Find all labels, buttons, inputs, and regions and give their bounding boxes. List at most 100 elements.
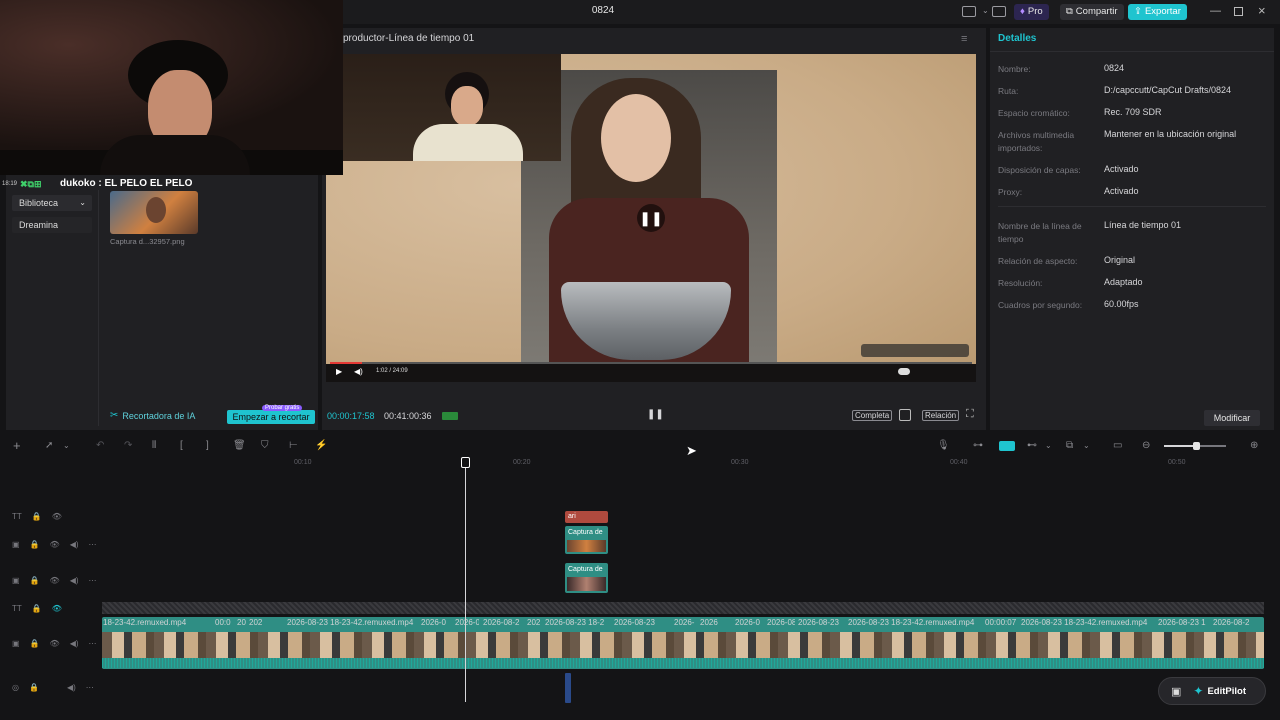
more-icon[interactable]: ⋯ [89,576,97,585]
nav-biblioteca[interactable]: Biblioteca ⌄ [12,195,92,211]
timecode-total: 00:41:00:36 [384,411,432,421]
embedded-progress[interactable] [330,362,972,364]
screenshot-icon[interactable] [899,409,911,421]
grid-icon[interactable] [442,412,458,420]
embedded-volume-icon[interactable]: ◀) [354,367,363,376]
add-track-icon[interactable]: + [13,439,21,453]
playhead-handle[interactable] [461,457,470,468]
detail-label: Proxy: [998,187,1023,197]
pause-overlay[interactable]: ❚❚ [637,204,665,232]
detail-label: Disposición de capas: [998,165,1081,175]
eye-icon[interactable]: 👁 [52,604,62,613]
chevron-down-icon[interactable]: ⌄ [63,439,70,453]
microphone-icon[interactable]: 🎙 [937,439,950,453]
embedded-play-icon[interactable]: ▶ [336,367,342,376]
pro-button[interactable]: ♦ Pro [1014,4,1049,20]
zoom-slider[interactable] [1164,442,1226,450]
magic-icon[interactable]: ⚡ [315,439,327,453]
ruler [100,456,1270,470]
close-icon[interactable]: × [1258,3,1266,18]
clip-label: 202 [527,618,541,627]
link-icon[interactable]: ⊶ [973,439,983,453]
embedded-toggle[interactable] [898,368,910,375]
fullscreen-icon[interactable]: ⛶ [966,408,974,421]
zoom-in-icon[interactable]: ⊕ [1250,439,1258,453]
details-divider [998,206,1266,207]
image-clip[interactable]: Captura de [565,526,608,554]
person-face [601,94,671,182]
snap-icon[interactable]: ⊷ [1027,439,1037,453]
chevron-down-icon[interactable]: ⌄ [1045,439,1052,453]
free-trial-badge: Probar gratis [262,405,303,411]
volume-icon[interactable]: ◀) [70,540,79,549]
audio-clip-marker[interactable] [565,673,571,703]
ratio-button[interactable]: Relación [922,410,960,421]
magnet-icon[interactable] [999,441,1015,451]
trim-left-icon[interactable]: [ [180,439,183,453]
eye-icon[interactable]: 👁 [50,639,60,648]
embedded-time: 1:02 / 24:09 [376,368,408,374]
select-tool-icon[interactable]: ➚ [45,439,53,453]
shortcuts-icon[interactable] [992,6,1006,17]
volume-icon[interactable]: ◀) [67,683,76,692]
text-clip[interactable]: ari [565,511,608,523]
lock-icon[interactable]: 🔒 [30,639,40,648]
eye-icon[interactable]: 👁 [50,540,60,549]
chevron-down-icon[interactable]: ⌄ [982,6,989,15]
minimize-icon[interactable]: — [1210,5,1221,17]
zoom-slider-handle[interactable] [1193,442,1200,450]
undo-icon[interactable]: ↶ [96,439,104,453]
video-track-icon: ▣ [12,576,20,585]
pause-button[interactable]: ❚❚ [647,409,664,420]
chevron-down-icon[interactable]: ⌄ [1083,439,1090,453]
guest-webcam [343,54,561,161]
more-icon[interactable]: ⋯ [86,683,94,692]
clip-label: 2026 [700,618,718,627]
clip-label: 202 [249,618,263,627]
reaction-strip[interactable] [861,344,969,357]
clip-label: 2026-08-2 [483,618,520,627]
volume-icon[interactable]: ◀) [70,576,79,585]
lock-icon[interactable]: 🔒 [32,512,42,521]
preview-icon[interactable]: ⧉ [1066,439,1073,453]
track-header-text: TT 🔒 👁 [12,512,96,521]
share-button[interactable]: ⧉ Compartir [1060,4,1124,20]
maximize-icon[interactable] [1234,7,1243,16]
nav-dreamina[interactable]: Dreamina [12,217,92,233]
layout-icon[interactable] [962,6,976,17]
more-icon[interactable]: ⋯ [89,639,97,648]
hatched-track [102,602,1264,614]
lock-icon[interactable]: 🔒 [32,604,42,613]
shield-icon[interactable]: ⛉ [261,439,269,453]
detail-value: Mantener en la ubicación original [1104,129,1237,139]
tablet-icon[interactable]: ▣ [1171,685,1181,698]
lock-icon[interactable]: 🔒 [29,683,39,692]
mouse-cursor-icon: ➤ [686,443,697,458]
image-clip[interactable]: Captura de [565,563,608,593]
more-icon[interactable]: ⋯ [89,540,97,549]
clip-label: 2026-08 [767,618,795,627]
eye-icon[interactable]: 👁 [52,512,62,521]
modify-button[interactable]: Modificar [1204,410,1260,426]
detail-value: D:/capccutt/CapCut Drafts/0824 [1104,85,1232,95]
caption-icon[interactable]: ▭ [1113,439,1122,453]
eye-icon[interactable]: 👁 [50,576,60,585]
upload-icon: ⇪ [1134,6,1142,17]
menu-icon[interactable]: ≡ [961,33,967,45]
zoom-out-icon[interactable]: ⊖ [1142,439,1150,453]
export-button[interactable]: ⇪ Exportar [1128,4,1187,20]
lock-icon[interactable]: 🔒 [30,540,40,549]
lock-icon[interactable]: 🔒 [30,576,40,585]
details-tab[interactable]: Detalles [998,33,1036,44]
start-crop-button[interactable]: Empezar a recortar [227,410,315,424]
full-quality-button[interactable]: Completa [852,410,893,421]
volume-icon[interactable]: ◀) [70,639,79,648]
freeze-icon[interactable]: ⊢ [289,439,298,453]
media-thumbnail[interactable] [110,191,198,234]
trim-right-icon[interactable]: ] [206,439,209,453]
clip-thumbnail [567,540,606,552]
redo-icon[interactable]: ↷ [124,439,132,453]
split-icon[interactable]: ⫴ [152,439,156,453]
editpilot-widget[interactable]: ▣ ✦ EditPilot [1158,677,1266,705]
delete-icon[interactable]: 🗑 [233,439,246,453]
